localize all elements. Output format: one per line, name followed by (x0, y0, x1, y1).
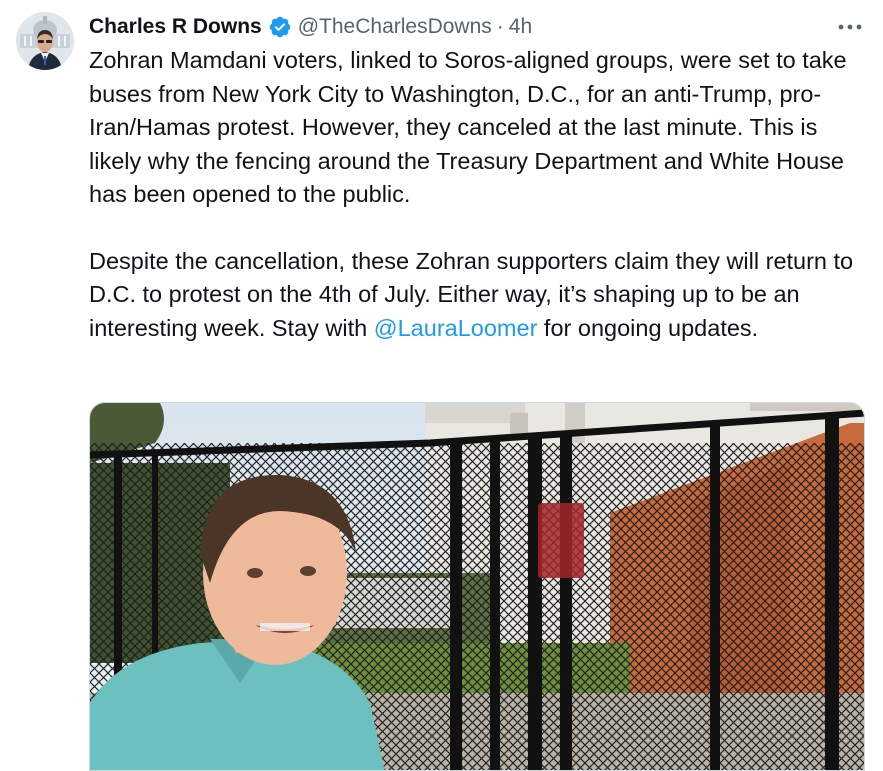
tweet-text: Zohran Mamdani voters, linked to Soros-a… (89, 44, 874, 345)
profile-avatar-icon (16, 12, 74, 70)
avatar[interactable] (16, 12, 74, 70)
tweet-timestamp[interactable]: 4h (509, 15, 532, 39)
header-separator: · (496, 15, 504, 38)
tweet-paragraph: Despite the cancellation, these Zohran s… (89, 245, 874, 346)
video-media-icon (90, 403, 864, 770)
more-horizontal-icon (838, 24, 862, 30)
author-handle[interactable]: @TheCharlesDowns (298, 15, 492, 39)
more-options-button[interactable] (835, 17, 865, 37)
verified-badge-icon (269, 16, 290, 38)
tweet-paragraph: Zohran Mamdani voters, linked to Soros-a… (89, 47, 847, 207)
tweet-paragraph-text: for ongoing updates. (537, 314, 759, 341)
author-display-name[interactable]: Charles R Downs (89, 15, 262, 39)
tweet-header: Charles R Downs @TheCharlesDowns · 4h (89, 13, 532, 41)
tweet-media[interactable] (89, 402, 865, 771)
mention-link[interactable]: @LauraLoomer (374, 315, 538, 341)
